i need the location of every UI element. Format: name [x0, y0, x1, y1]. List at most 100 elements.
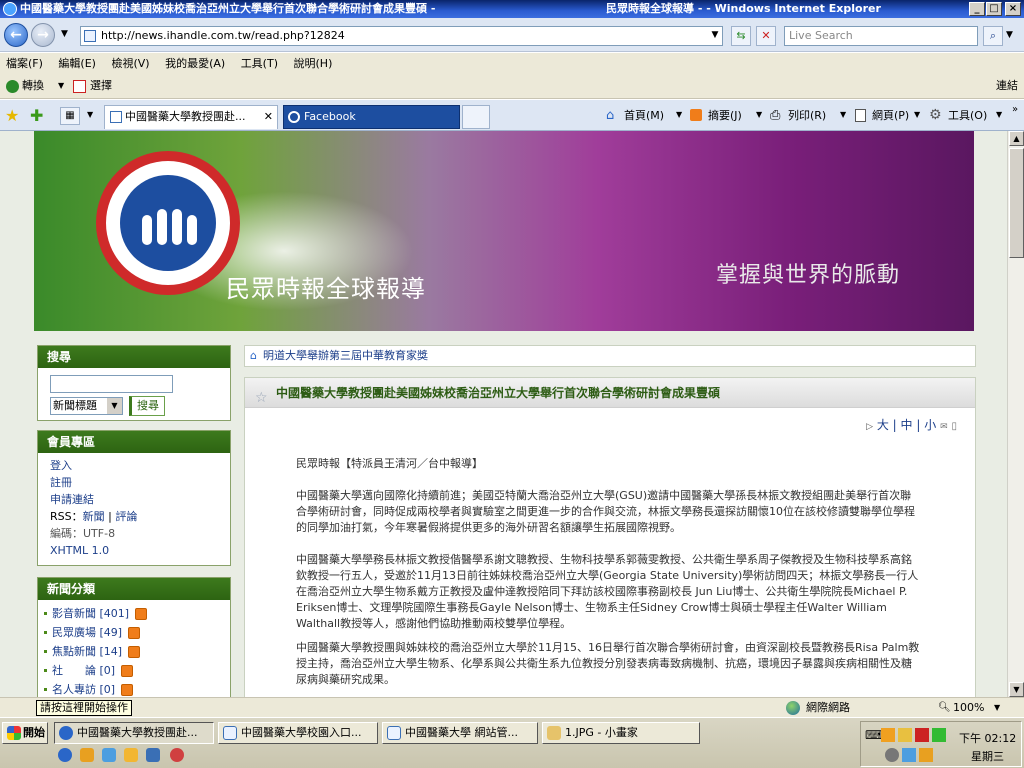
select-button[interactable]: 選擇: [90, 75, 112, 97]
print-page-icon[interactable]: ▯: [951, 421, 957, 432]
feeds-button[interactable]: 摘要(J): [708, 107, 742, 123]
select-chevron-down-icon: ▼: [107, 398, 122, 414]
quicklaunch-ie-icon[interactable]: [58, 748, 72, 762]
site-search-button[interactable]: 搜尋: [129, 396, 165, 416]
site-logo[interactable]: [96, 151, 240, 295]
tray-icon[interactable]: [902, 748, 916, 762]
scroll-down-arrow-icon[interactable]: ▼: [1009, 682, 1024, 697]
taskbar-button-campus[interactable]: 中國醫藥大學校園入口...: [218, 722, 378, 744]
taskbar-button-paint[interactable]: 1.JPG - 小畫家: [542, 722, 700, 744]
tools-menu-button[interactable]: 工具(O): [948, 107, 987, 123]
rss-news-link[interactable]: 新聞: [83, 510, 105, 523]
rss-icon[interactable]: [121, 665, 134, 677]
add-favorites-icon[interactable]: ✚: [30, 106, 43, 125]
print-button[interactable]: 列印(R): [788, 107, 826, 123]
history-dropdown-icon[interactable]: ▼: [61, 29, 68, 39]
category-label: 焦點新聞 [14]: [52, 645, 123, 658]
login-link[interactable]: 登入: [50, 459, 72, 472]
tray-icon[interactable]: [915, 728, 929, 742]
register-link[interactable]: 註冊: [50, 476, 72, 489]
stop-button[interactable]: ✕: [756, 26, 776, 46]
menu-view[interactable]: 檢視(V): [105, 53, 155, 75]
address-dropdown-icon[interactable]: ▼: [708, 26, 722, 46]
keyboard-icon[interactable]: ⌨: [865, 728, 882, 742]
zoom-dropdown-icon[interactable]: ▼: [994, 698, 1000, 717]
category-item[interactable]: 民眾廣場 [49]: [42, 623, 230, 642]
minimize-button[interactable]: _: [969, 2, 985, 16]
favorites-star-icon[interactable]: ★: [5, 106, 19, 125]
chevron-more-icon[interactable]: »: [1012, 104, 1018, 115]
tray-icon[interactable]: [932, 728, 946, 742]
category-item[interactable]: 影音新聞 [401]: [42, 604, 230, 623]
maximize-button[interactable]: □: [986, 2, 1002, 16]
home-button[interactable]: 首頁(M): [624, 107, 664, 123]
start-button[interactable]: 開始: [2, 722, 48, 744]
tab-news[interactable]: 中國醫藥大學教授團赴... ✕: [104, 105, 278, 129]
quicklaunch-media-icon[interactable]: [80, 748, 94, 762]
tab-list-dropdown-icon[interactable]: ▼: [87, 110, 93, 119]
search-options-icon[interactable]: ▼: [1006, 30, 1013, 40]
taskbar-button-news[interactable]: 中國醫藥大學教授團赴...: [54, 722, 214, 744]
convert-button[interactable]: 轉換: [22, 75, 44, 97]
tools-dropdown-icon[interactable]: ▼: [996, 110, 1002, 119]
close-window-button[interactable]: ×: [1005, 2, 1021, 16]
tab-close-icon[interactable]: ✕: [264, 106, 273, 128]
rss-icon[interactable]: [135, 608, 148, 620]
menu-help[interactable]: 說明(H): [288, 53, 339, 75]
address-input[interactable]: http://news.ihandle.com.tw/read.php?1282…: [80, 26, 723, 46]
taskbar-button-admin[interactable]: 中國醫藥大學 網站管...: [382, 722, 538, 744]
scroll-up-arrow-icon[interactable]: ▲: [1009, 131, 1024, 146]
xhtml-link[interactable]: XHTML 1.0: [50, 544, 109, 557]
security-zone: 網際網路: [806, 701, 850, 714]
quicklaunch-player-icon[interactable]: [170, 748, 184, 762]
font-small-link[interactable]: 小: [924, 418, 936, 432]
quicklaunch-word-icon[interactable]: [146, 748, 160, 762]
refresh-button[interactable]: ⇆: [731, 26, 751, 46]
tray-icon[interactable]: [885, 748, 899, 762]
tray-icon[interactable]: [919, 748, 933, 762]
quick-tabs-icon[interactable]: ▦: [60, 107, 80, 125]
rss-comments-link[interactable]: 評論: [115, 510, 137, 523]
vertical-scrollbar[interactable]: ▲ ▼: [1007, 131, 1024, 697]
email-icon[interactable]: ✉: [940, 422, 948, 432]
quicklaunch-messenger-icon[interactable]: [124, 748, 138, 762]
convert-dropdown-icon[interactable]: ▼: [58, 75, 64, 97]
font-medium-link[interactable]: 中: [901, 418, 913, 432]
search-field-select[interactable]: 新聞標題 ▼: [50, 397, 123, 415]
site-search-input[interactable]: [50, 375, 173, 393]
category-item[interactable]: 社 論 [0]: [42, 661, 230, 680]
breadcrumb-link[interactable]: 明道大學舉辦第三屆中華教育家獎: [263, 349, 428, 362]
rss-icon[interactable]: [128, 646, 141, 658]
page-menu-button[interactable]: 網頁(P): [872, 107, 909, 123]
menu-favorites[interactable]: 我的最愛(A): [159, 53, 231, 75]
menu-file[interactable]: 檔案(F): [0, 53, 49, 75]
links-label[interactable]: 連結: [996, 75, 1018, 97]
scroll-thumb[interactable]: [1009, 148, 1024, 258]
zoom-level[interactable]: 100%: [953, 698, 984, 717]
category-item[interactable]: 名人專訪 [0]: [42, 680, 230, 697]
gear-icon: ⚙: [929, 107, 942, 123]
search-input[interactable]: Live Search: [784, 26, 978, 46]
category-item[interactable]: 焦點新聞 [14]: [42, 642, 230, 661]
rss-icon[interactable]: [121, 684, 134, 696]
font-large-link[interactable]: 大: [877, 418, 889, 432]
tab-facebook[interactable]: Facebook: [283, 105, 460, 129]
quicklaunch-desktop-icon[interactable]: [102, 748, 116, 762]
banner-slogan: 掌握與世界的脈動: [715, 263, 900, 288]
feeds-dropdown-icon[interactable]: ▼: [756, 110, 762, 119]
clock-time[interactable]: 下午 02:12: [959, 730, 1016, 746]
page-dropdown-icon[interactable]: ▼: [914, 110, 920, 119]
forward-button[interactable]: →: [31, 23, 55, 47]
back-button[interactable]: ←: [4, 23, 28, 47]
new-tab-button[interactable]: [462, 105, 490, 129]
search-icon[interactable]: ⌕: [983, 26, 1003, 46]
apply-link[interactable]: 申請連結: [50, 493, 94, 506]
home-dropdown-icon[interactable]: ▼: [676, 110, 682, 119]
banner-site-title: 民眾時報全球報導: [226, 275, 426, 303]
menu-edit[interactable]: 編輯(E): [52, 53, 102, 75]
tray-icon[interactable]: [881, 728, 895, 742]
print-dropdown-icon[interactable]: ▼: [840, 110, 846, 119]
menu-tools[interactable]: 工具(T): [235, 53, 284, 75]
rss-icon[interactable]: [128, 627, 141, 639]
tray-icon[interactable]: [898, 728, 912, 742]
